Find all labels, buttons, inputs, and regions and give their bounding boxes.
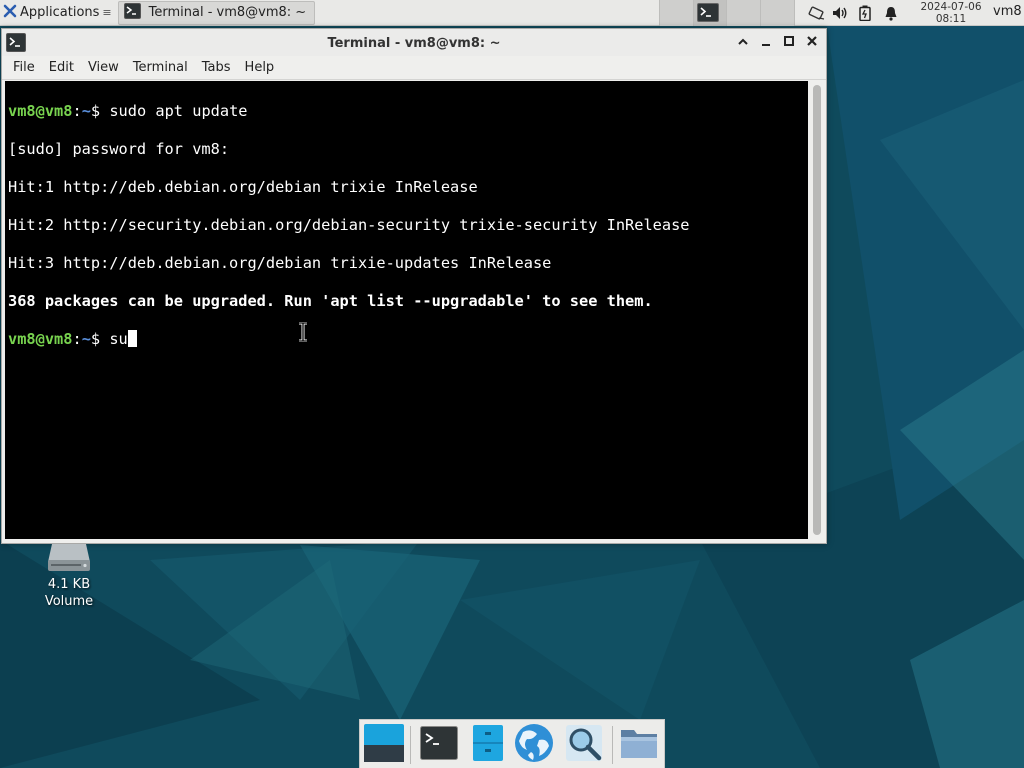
clock-date: 2024-07-06	[920, 1, 982, 13]
prompt-path: ~	[81, 330, 91, 348]
terminal-line: [sudo] password for vm8:	[8, 140, 230, 158]
network-icon[interactable]	[806, 6, 828, 20]
dock-folder-button[interactable]	[617, 724, 661, 766]
terminal-window: Terminal - vm8@vm8: ~ File Edit View Ter…	[1, 28, 827, 544]
dock-separator	[410, 726, 411, 764]
menubar: File Edit View Terminal Tabs Help	[2, 56, 826, 80]
taskbar-terminal-button[interactable]: Terminal - vm8@vm8: ~	[117, 0, 316, 25]
workspace-1-button[interactable]	[659, 0, 693, 26]
dock-panel	[359, 719, 665, 768]
notification-bell-icon[interactable]	[878, 6, 904, 21]
dock-app-finder-button[interactable]	[562, 724, 606, 766]
taskbar-terminal-label: Terminal - vm8@vm8: ~	[148, 5, 307, 20]
shade-button[interactable]	[735, 35, 751, 51]
web-browser-icon	[513, 722, 555, 768]
battery-icon[interactable]	[852, 5, 878, 21]
xfce-logo-icon	[3, 4, 17, 22]
terminal-icon	[123, 2, 141, 23]
prompt-user: vm8@vm8	[8, 330, 73, 348]
dock-terminal-button[interactable]	[417, 724, 461, 766]
command-text: sudo apt update	[109, 102, 248, 120]
workspace-2-button[interactable]	[693, 0, 726, 26]
close-icon	[806, 35, 818, 51]
workspace-4-button[interactable]	[760, 0, 795, 26]
menu-tabs[interactable]: Tabs	[195, 60, 238, 75]
volume-name-label: Volume	[44, 594, 94, 609]
terminal-line: 368 packages can be upgraded. Run 'apt l…	[8, 292, 653, 310]
terminal-icon	[420, 726, 458, 764]
window-titlebar[interactable]: Terminal - vm8@vm8: ~	[2, 29, 826, 56]
show-desktop-icon	[363, 723, 405, 767]
chevron-up-icon	[737, 36, 749, 51]
terminal-line: vm8@vm8:~$ sudo apt update	[8, 102, 248, 120]
volume-icon[interactable]	[828, 6, 852, 20]
applications-menu[interactable]: Applications ≡	[0, 0, 116, 26]
prompt-path: ~	[81, 102, 91, 120]
prompt-symbol: $	[90, 330, 101, 348]
terminal-scrollbar[interactable]	[810, 81, 824, 539]
top-panel: Applications ≡ Terminal - vm8@vm8: ~ 202…	[0, 0, 1024, 26]
volume-size-label: 4.1 KB	[47, 577, 91, 592]
menu-file[interactable]: File	[6, 60, 42, 75]
dock-file-manager-button[interactable]	[466, 724, 510, 766]
prompt-symbol: $	[90, 102, 101, 120]
applications-label: Applications	[20, 5, 100, 20]
clock[interactable]: 2024-07-06 08:11	[913, 1, 989, 25]
close-button[interactable]	[804, 35, 820, 51]
folder-icon	[619, 726, 659, 764]
text-select-cursor-icon	[298, 321, 308, 346]
terminal-line: Hit:1 http://deb.debian.org/debian trixi…	[8, 178, 478, 196]
menu-terminal[interactable]: Terminal	[126, 60, 195, 75]
minimize-button[interactable]	[758, 35, 774, 51]
current-input: su	[109, 330, 128, 348]
terminal-output[interactable]: vm8@vm8:~$ sudo apt update [sudo] passwo…	[5, 81, 808, 539]
maximize-icon	[783, 35, 795, 51]
dock-web-browser-button[interactable]	[512, 724, 556, 766]
desktop-volume-icon[interactable]: 4.1 KB Volume	[30, 540, 108, 610]
workspace-3-button[interactable]	[726, 0, 760, 26]
applications-menu-arrow-icon: ≡	[102, 6, 112, 19]
file-manager-icon	[472, 724, 504, 766]
terminal-input-line[interactable]: vm8@vm8:~$ su	[8, 330, 808, 349]
clock-time: 08:11	[935, 13, 967, 25]
maximize-button[interactable]	[781, 35, 797, 51]
terminal-workspace-icon	[697, 3, 719, 26]
minimize-icon	[760, 36, 772, 51]
show-desktop-button[interactable]	[362, 724, 406, 766]
menu-help[interactable]: Help	[238, 60, 282, 75]
terminal-line: Hit:3 http://deb.debian.org/debian trixi…	[8, 254, 552, 272]
terminal-line: Hit:2 http://security.debian.org/debian-…	[8, 216, 690, 234]
user-menu[interactable]: vm8	[993, 4, 1022, 19]
drive-icon	[30, 540, 108, 576]
system-tray	[806, 0, 904, 26]
menu-edit[interactable]: Edit	[42, 60, 81, 75]
prompt-user: vm8@vm8	[8, 102, 73, 120]
app-finder-icon	[564, 723, 604, 767]
dock-separator	[612, 726, 613, 764]
menu-view[interactable]: View	[81, 60, 126, 75]
text-cursor	[127, 330, 137, 347]
window-title: Terminal - vm8@vm8: ~	[327, 36, 501, 51]
scrollbar-thumb[interactable]	[813, 85, 821, 535]
